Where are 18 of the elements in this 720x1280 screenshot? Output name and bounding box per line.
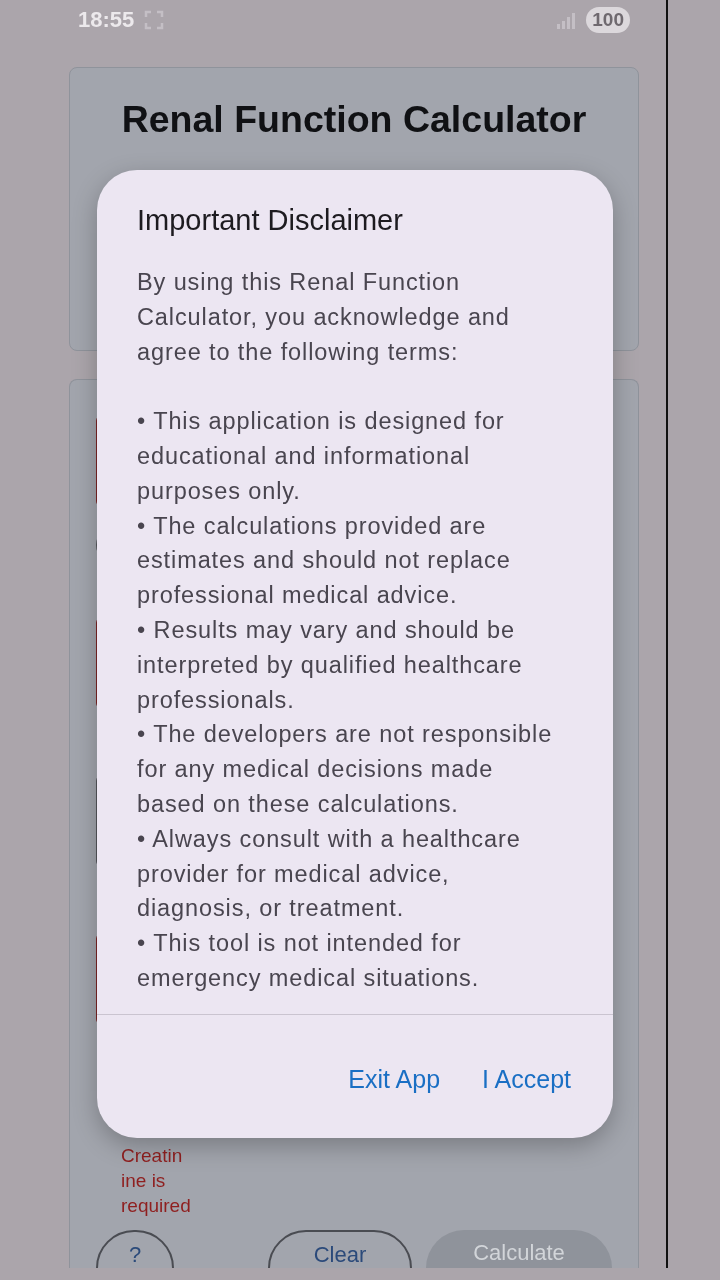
accept-button[interactable]: I Accept (476, 1059, 577, 1100)
battery-level: 100 (586, 7, 630, 33)
dialog-intro: By using this Renal Function Calculator, you acknowledge and agree to the following terms: (137, 268, 511, 367)
error-message: Creatin ine is required (120, 1144, 192, 1218)
help-button[interactable]: ? (96, 1230, 174, 1268)
status-time: 18:55 (78, 7, 135, 33)
signal-icon (556, 11, 577, 29)
disclaimer-bullet: • This application is designed for educational and informational purposes only. (137, 407, 506, 506)
disclaimer-bullet: • The calculations provided are estimates and should not replace professional medical advice. (137, 511, 512, 611)
disclaimer-bullet: • The developers are not responsible for any medical decisions made based on these calculations. (137, 720, 554, 819)
exit-app-button[interactable]: Exit App (342, 1059, 447, 1100)
dialog-title: Important Disclaimer (136, 203, 404, 237)
disclaimer-bullet: • Results may vary and should be interpreted by qualified healthcare professionals. (137, 615, 524, 715)
disclaimer-bullet: • Always consult with a healthcare provider for medical advice, diagnosis, or treatment. (137, 824, 522, 924)
clear-button[interactable]: Clear (268, 1230, 412, 1268)
app-title: Renal Function Calculator (121, 98, 587, 141)
disclaimer-bullet: • This tool is not intended for emergency medical situations. (137, 929, 481, 993)
screenshot-icon (144, 10, 165, 30)
